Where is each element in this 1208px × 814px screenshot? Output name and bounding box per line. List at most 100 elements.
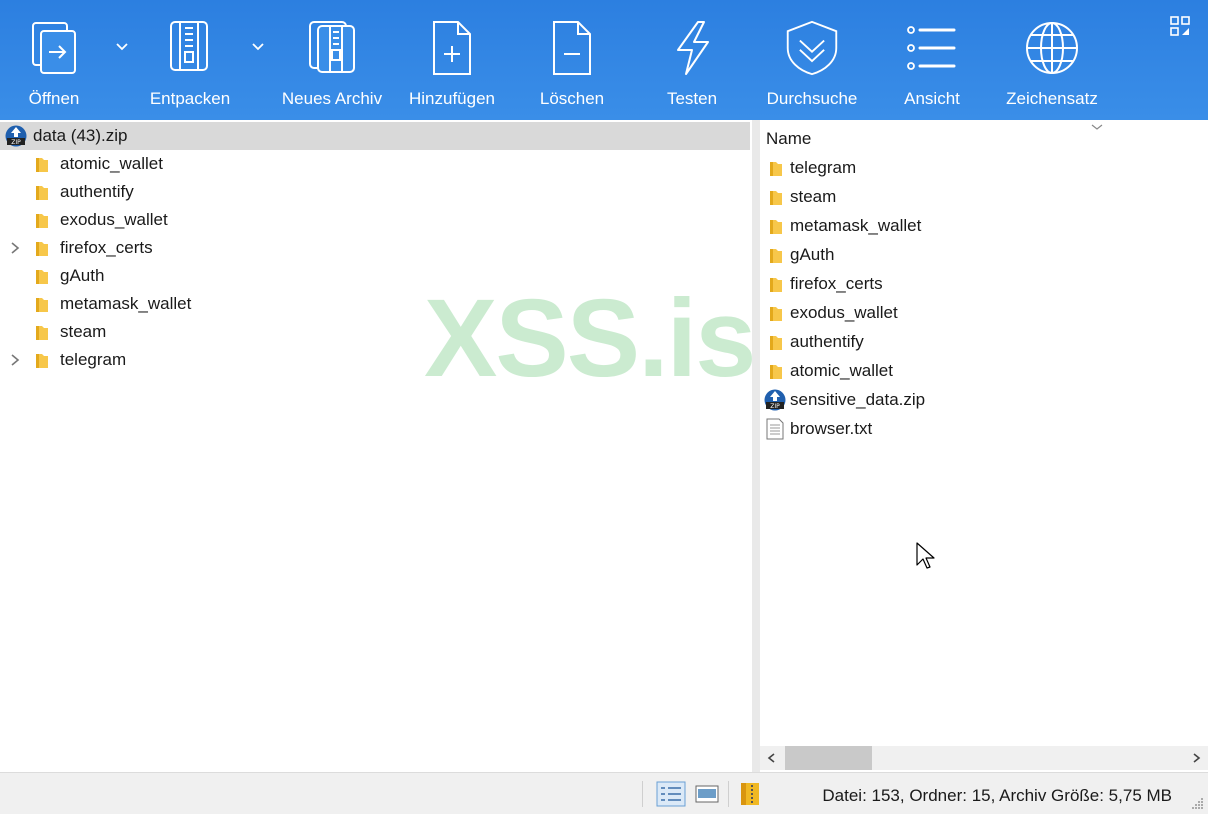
- list-item[interactable]: atomic_wallet: [760, 357, 1200, 386]
- resize-grip-icon[interactable]: [1190, 796, 1204, 810]
- charset-button[interactable]: Zeichensatz: [1002, 0, 1102, 120]
- open-label: Öffnen: [28, 89, 80, 108]
- tree-item[interactable]: exodus_wallet: [0, 206, 750, 234]
- folder-icon: [770, 220, 782, 234]
- scroll-left-icon[interactable]: [766, 752, 778, 764]
- list-item[interactable]: metamask_wallet: [760, 212, 1200, 241]
- layout-grid-icon[interactable]: [1170, 16, 1190, 36]
- list-item[interactable]: telegram: [760, 154, 1200, 183]
- horizontal-scrollbar[interactable]: [760, 746, 1208, 770]
- list-item[interactable]: firefox_certs: [760, 270, 1200, 299]
- new-archive-icon: [304, 18, 360, 78]
- thumbnail-view-icon[interactable]: [692, 781, 722, 807]
- tree-item[interactable]: firefox_certs: [0, 234, 750, 262]
- svg-text:ZIP: ZIP: [11, 139, 21, 146]
- open-button[interactable]: Öffnen: [14, 0, 94, 120]
- tree-item[interactable]: atomic_wallet: [0, 150, 750, 178]
- folder-icon: [770, 278, 782, 292]
- scan-label: Durchsuche: [766, 89, 858, 108]
- folder-icon: [770, 162, 782, 176]
- view-button[interactable]: Ansicht: [892, 0, 972, 120]
- extract-icon: [162, 18, 218, 78]
- delete-label: Löschen: [539, 89, 605, 108]
- globe-icon: [1024, 18, 1080, 78]
- pane-splitter[interactable]: [752, 120, 760, 772]
- list-item-label: telegram: [790, 158, 857, 177]
- tree-item[interactable]: metamask_wallet: [0, 290, 750, 318]
- zip-archive-icon: ZIP: [5, 125, 27, 147]
- folder-icon: [770, 307, 782, 321]
- list-item-label: exodus_wallet: [790, 303, 898, 322]
- test-label: Testen: [666, 89, 718, 108]
- list-item[interactable]: authentify: [760, 328, 1200, 357]
- list-item[interactable]: browser.txt: [760, 415, 1200, 444]
- tree-item[interactable]: authentify: [0, 178, 750, 206]
- list-item-label: gAuth: [790, 245, 835, 264]
- list-item-label: metamask_wallet: [790, 216, 922, 235]
- test-button[interactable]: Testen: [652, 0, 732, 120]
- open-dropdown-chevron-icon[interactable]: [114, 40, 130, 54]
- tree-item-label: gAuth: [60, 266, 105, 285]
- delete-button[interactable]: Löschen: [528, 0, 616, 120]
- status-separator: [728, 781, 729, 807]
- zip-archive-icon: ZIP: [764, 389, 786, 411]
- list-item-label: browser.txt: [790, 419, 873, 438]
- expand-chevron-icon[interactable]: [9, 353, 21, 367]
- folder-icon: [36, 298, 48, 312]
- list-item-label: sensitive_data.zip: [790, 390, 926, 409]
- tree-item-label: steam: [60, 322, 107, 341]
- folder-icon: [36, 326, 48, 340]
- lightning-icon: [664, 18, 720, 78]
- folder-icon: [770, 191, 782, 205]
- open-icon: [26, 18, 82, 78]
- list-item[interactable]: ZIP sensitive_data.zip: [760, 386, 1200, 415]
- folder-icon: [36, 186, 48, 200]
- expand-chevron-icon[interactable]: [9, 241, 21, 255]
- extract-button[interactable]: Entpacken: [140, 0, 240, 120]
- extract-dropdown-chevron-icon[interactable]: [250, 40, 266, 54]
- list-item-label: atomic_wallet: [790, 361, 893, 380]
- new-archive-label: Neues Archiv: [281, 89, 383, 108]
- tree-item-label: firefox_certs: [60, 238, 153, 257]
- list-item[interactable]: gAuth: [760, 241, 1200, 270]
- list-item-label: authentify: [790, 332, 864, 351]
- sort-chevron-icon[interactable]: [1090, 122, 1104, 132]
- status-separator: [642, 781, 643, 807]
- status-bar: Datei: 153, Ordner: 15, Archiv Größe: 5,…: [0, 772, 1208, 814]
- tree-item-label: metamask_wallet: [60, 294, 192, 313]
- scroll-right-icon[interactable]: [1190, 752, 1202, 764]
- folder-icon: [36, 354, 48, 368]
- archive-book-icon[interactable]: [736, 781, 766, 807]
- folder-tree: ZIP data (43).zip atomic_wallet authenti…: [0, 120, 752, 772]
- scrollbar-thumb[interactable]: [785, 746, 872, 770]
- tree-item-label: telegram: [60, 350, 127, 369]
- charset-label: Zeichensatz: [1006, 89, 1098, 108]
- add-button[interactable]: Hinzufügen: [404, 0, 500, 120]
- new-archive-button[interactable]: Neues Archiv: [276, 0, 388, 120]
- tree-item[interactable]: steam: [0, 318, 750, 346]
- column-header-name[interactable]: Name: [766, 129, 811, 149]
- list-item[interactable]: exodus_wallet: [760, 299, 1200, 328]
- folder-icon: [770, 249, 782, 263]
- file-list: Name telegram steam metamask_wallet gAut…: [760, 120, 1208, 772]
- details-view-icon[interactable]: [656, 781, 686, 807]
- extract-label: Entpacken: [149, 89, 231, 108]
- scan-button[interactable]: Durchsuche: [762, 0, 862, 120]
- tree-root-label: data (43).zip: [33, 126, 128, 145]
- folder-icon: [36, 158, 48, 172]
- text-file-icon: [766, 418, 784, 440]
- archive-summary: Datei: 153, Ordner: 15, Archiv Größe: 5,…: [822, 786, 1172, 805]
- view-label: Ansicht: [904, 89, 960, 108]
- tree-root-archive[interactable]: ZIP data (43).zip: [0, 122, 750, 150]
- list-view-icon: [904, 18, 960, 78]
- tree-item-label: atomic_wallet: [60, 154, 163, 173]
- list-item-label: steam: [790, 187, 837, 206]
- list-item[interactable]: steam: [760, 183, 1200, 212]
- tree-item[interactable]: gAuth: [0, 262, 750, 290]
- delete-file-icon: [544, 18, 600, 78]
- toolbar: Öffnen Entpacken Neues Archiv Hinzufügen…: [0, 0, 1208, 120]
- folder-icon: [770, 336, 782, 350]
- tree-item-label: authentify: [60, 182, 134, 201]
- tree-item[interactable]: telegram: [0, 346, 750, 374]
- tree-item-label: exodus_wallet: [60, 210, 168, 229]
